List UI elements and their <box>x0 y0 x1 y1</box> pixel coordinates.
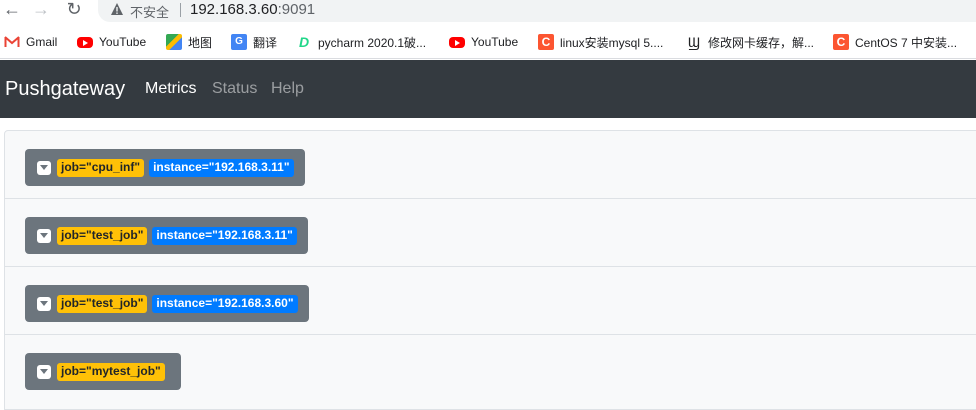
wave-icon: Ϣ <box>687 34 701 50</box>
instance-badge: instance="192.168.3.60" <box>152 294 298 313</box>
gmail-icon <box>4 36 20 47</box>
forward-arrow-icon[interactable]: → <box>30 0 52 20</box>
group-toggle-button[interactable]: job="test_job" instance="192.168.3.60" <box>25 285 309 322</box>
bookmark-label: 地图 <box>188 35 213 50</box>
url-text[interactable]: 192.168.3.60:9091 <box>190 1 315 18</box>
bookmark-label: YouTube <box>471 35 519 49</box>
youtube-icon <box>77 36 93 48</box>
job-badge: job="test_job" <box>57 226 148 245</box>
browser-toolbar: ← → ↻ 不安全 192.168.3.60:9091 <box>0 0 976 22</box>
bookmark-label: 翻译 <box>253 35 278 50</box>
nav-help[interactable]: Help <box>271 80 304 98</box>
job-badge: job="mytest_job" <box>57 362 165 381</box>
translate-icon: G <box>231 34 247 50</box>
caret-down-icon <box>37 364 51 379</box>
metric-group-row: job="mytest_job" <box>5 335 976 403</box>
instance-badge: instance="192.168.3.11" <box>152 226 297 245</box>
job-badge: job="cpu_inf" <box>57 158 145 177</box>
bookmark-youtube[interactable]: YouTube <box>77 34 146 50</box>
bookmarks-bar: Gmail YouTube 地图 G 翻译 D pycharm 2020.1破.… <box>0 25 976 59</box>
bookmark-label: pycharm 2020.1破... <box>318 35 427 50</box>
bookmark-label: 修改网卡缓存，解... <box>708 35 815 50</box>
back-arrow-icon[interactable]: ← <box>1 0 23 20</box>
caret-down-icon <box>37 228 51 243</box>
bookmark-maps[interactable]: 地图 <box>166 34 212 50</box>
bookmark-nic-cache[interactable]: Ϣ 修改网卡缓存，解... <box>686 34 814 50</box>
youtube-icon <box>449 36 465 48</box>
address-separator <box>180 3 181 17</box>
bookmark-linux-mysql[interactable]: C linux安装mysql 5.... <box>538 34 663 50</box>
job-badge: job="test_job" <box>57 294 148 313</box>
bookmark-label: Gmail <box>26 35 58 49</box>
url-port: :9091 <box>277 1 316 18</box>
group-toggle-button[interactable]: job="test_job" instance="192.168.3.11" <box>25 217 308 254</box>
brand-link[interactable]: Pushgateway <box>5 78 125 101</box>
caret-down-icon <box>37 296 51 311</box>
bookmark-label: linux安装mysql 5.... <box>560 35 664 50</box>
group-toggle-button[interactable]: job="cpu_inf" instance="192.168.3.11" <box>25 149 305 186</box>
nav-metrics[interactable]: Metrics <box>145 80 197 98</box>
reload-icon[interactable]: ↻ <box>63 0 85 20</box>
top-navbar: Pushgateway Metrics Status Help <box>0 60 976 118</box>
caret-down-icon <box>37 160 51 175</box>
maps-icon <box>166 34 182 50</box>
metric-group-row: job="test_job" instance="192.168.3.11" <box>5 199 976 267</box>
warning-icon[interactable] <box>110 2 124 16</box>
csdn-icon: C <box>538 34 554 50</box>
metric-group-row: job="cpu_inf" instance="192.168.3.11" <box>5 131 976 199</box>
pycharm-icon: D <box>298 34 310 50</box>
csdn-icon: C <box>833 34 849 50</box>
bookmark-gmail[interactable]: Gmail <box>4 34 57 50</box>
metric-group-row: job="test_job" instance="192.168.3.60" <box>5 267 976 335</box>
instance-badge: instance="192.168.3.11" <box>149 158 294 177</box>
nav-status[interactable]: Status <box>212 80 257 98</box>
group-toggle-button[interactable]: job="mytest_job" <box>25 353 181 390</box>
url-host: 192.168.3.60 <box>190 1 278 18</box>
bookmark-translate[interactable]: G 翻译 <box>231 34 277 50</box>
bookmark-centos[interactable]: C CentOS 7 中安装... <box>833 34 957 50</box>
bookmark-pycharm[interactable]: D pycharm 2020.1破... <box>296 34 426 50</box>
address-bar[interactable]: 不安全 192.168.3.60:9091 <box>98 0 976 22</box>
metrics-panel: job="cpu_inf" instance="192.168.3.11" jo… <box>4 130 976 410</box>
insecure-label[interactable]: 不安全 <box>130 2 169 21</box>
bookmark-label: CentOS 7 中安装... <box>855 35 958 50</box>
bookmark-label: YouTube <box>99 35 147 49</box>
bookmark-youtube-2[interactable]: YouTube <box>449 34 518 50</box>
